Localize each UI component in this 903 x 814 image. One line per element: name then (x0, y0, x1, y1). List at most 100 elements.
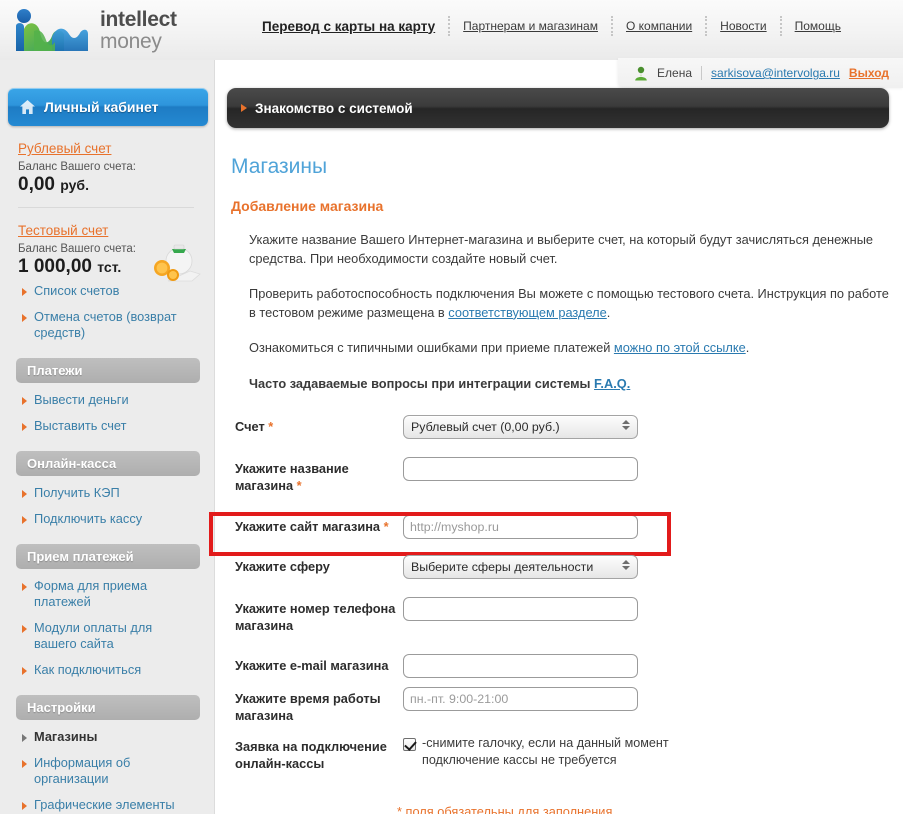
top-bar: intellect money Перевод с карты на карту… (0, 0, 903, 60)
bullet-arrow-icon (22, 489, 27, 498)
bullet-arrow-icon (22, 624, 27, 633)
link-common-errors[interactable]: можно по этой ссылке (614, 340, 746, 355)
nav-link-news[interactable]: Новости (720, 19, 766, 33)
account-amount-value-rub: 0,00 (18, 174, 55, 195)
bullet-arrow-icon (241, 104, 247, 112)
account-link-rub[interactable]: Рублевый счет (18, 141, 111, 156)
paragraph-text: Укажите название Вашего Интернет-магазин… (249, 232, 874, 266)
paragraph-text: . (606, 304, 611, 320)
link-faq[interactable]: F.A.Q. (594, 376, 630, 391)
required-fields-note: * поля обязательны для заполнения (397, 804, 613, 814)
link-test-mode-section[interactable]: соответствующем разделе (448, 305, 606, 320)
sidebar-item-issue-invoice[interactable]: Выставить счет (8, 413, 208, 439)
sidebar-item-label: Список счетов (34, 283, 120, 298)
sidebar-item-connect-cash[interactable]: Подключить кассу (8, 506, 208, 532)
sidebar-group-online-cash: Онлайн-касса (16, 450, 200, 476)
nav-separator (610, 16, 613, 36)
account-block-rub: Рублевый счет Баланс Вашего счета: 0,00 … (8, 126, 208, 208)
nav-link-card-transfer[interactable]: Перевод с карты на карту (262, 19, 435, 34)
logo-word-intellect: intellect (100, 7, 177, 31)
nav-link-about[interactable]: О компании (626, 19, 692, 33)
intro-banner[interactable]: Знакомство с системой (227, 88, 889, 128)
account-link-test[interactable]: Тестовый счет (18, 223, 108, 238)
account-select[interactable]: Рублевый счет (0,00 руб.) (403, 415, 638, 440)
sidebar-item-withdraw[interactable]: Вывести деньги (8, 387, 208, 413)
sidebar-item-org-info[interactable]: Информация об организации (8, 750, 208, 792)
intro-paragraph-1: Укажите название Вашего Интернет-магазин… (249, 231, 889, 268)
required-asterisk: * (383, 518, 389, 534)
shop-email-input[interactable] (403, 654, 638, 679)
shop-phone-input[interactable] (403, 597, 638, 622)
form-control-shop-phone (403, 597, 897, 622)
add-shop-form: Счет * Рублевый счет (0,00 руб.) Укажите… (209, 415, 897, 814)
sphere-select-value: Выберите сферы деятельности (411, 560, 594, 575)
main-content: Знакомство с системой Магазины Добавлени… (209, 88, 897, 814)
account-amount-value-test: 1 000,00 (18, 256, 92, 277)
sidebar-item-cancel-accounts[interactable]: Отмена счетов (возврат средств) (8, 304, 208, 346)
sidebar-cabinet-button[interactable]: Личный кабинет (8, 88, 208, 126)
user-avatar-icon (635, 66, 647, 80)
nav-link-partners[interactable]: Партнерам и магазинам (463, 19, 598, 33)
sidebar-item-label: Отмена счетов (возврат средств) (34, 308, 177, 340)
required-asterisk: * (296, 477, 302, 493)
user-bar: Елена sarkisova@intervolga.ru Выход (618, 58, 903, 88)
page-root: intellect money Перевод с карты на карту… (0, 0, 903, 814)
form-row-account: Счет * Рублевый счет (0,00 руб.) (227, 415, 897, 457)
shop-hours-input[interactable] (403, 687, 638, 712)
bullet-arrow-icon (22, 582, 27, 591)
form-row-shop-phone: Укажите номер телефона магазина (227, 597, 897, 645)
section-title: Добавление магазина (231, 198, 384, 214)
form-row-shop-site: Укажите сайт магазина * (227, 505, 897, 549)
account-block-test: Тестовый счет Баланс Вашего счета: 1 000… (8, 208, 208, 282)
user-email-link[interactable]: sarkisova@intervolga.ru (711, 66, 840, 80)
form-label-text: Укажите e-mail магазина (235, 657, 389, 673)
form-label-text: Укажите сайт магазина (235, 518, 381, 534)
sidebar-item-graphic-elements[interactable]: Графические элементы (8, 792, 208, 814)
user-name: Елена (657, 66, 693, 80)
sidebar-item-payment-modules[interactable]: Модули оплаты для вашего сайта (8, 615, 208, 657)
required-asterisk: * (268, 419, 274, 435)
online-cash-checkbox[interactable] (403, 738, 416, 752)
sphere-select[interactable]: Выберите сферы деятельности (403, 555, 638, 580)
sidebar-item-get-kep[interactable]: Получить КЭП (8, 480, 208, 506)
bullet-arrow-icon (22, 666, 27, 675)
sidebar-group-accept-payments: Прием платежей (16, 543, 200, 569)
form-control-shop-name (403, 457, 897, 482)
sidebar-group-payments: Платежи (16, 357, 200, 383)
form-row-sphere: Укажите сферу Выберите сферы деятельност… (227, 555, 897, 597)
form-label-text: Счет (235, 419, 265, 435)
form-control-online-cash-request: -снимите галочку, если на данный момент … (403, 735, 897, 769)
form-label-account: Счет * (235, 415, 403, 436)
logout-link[interactable]: Выход (849, 66, 889, 80)
home-icon (20, 100, 35, 114)
form-label-text: Укажите номер телефона магазина (235, 601, 396, 633)
site-logo[interactable]: intellect money (14, 6, 254, 56)
sidebar-item-label: Форма для приема платежей (34, 577, 148, 609)
sidebar-item-payment-form[interactable]: Форма для приема платежей (8, 573, 208, 615)
bullet-arrow-icon (22, 313, 27, 322)
sidebar-group-label: Прием платежей (27, 548, 134, 564)
paragraph-text: Ознакомиться с типичными ошибками при пр… (249, 340, 614, 356)
sidebar: Личный кабинет Рублевый счет Баланс Ваше… (8, 88, 208, 814)
sidebar-group-label: Онлайн-касса (27, 455, 117, 471)
logo-word-money: money (100, 29, 162, 53)
nav-link-help[interactable]: Помощь (795, 19, 841, 33)
sidebar-item-shops[interactable]: Магазины (8, 724, 208, 750)
sidebar-group-settings: Настройки (16, 694, 200, 720)
form-label-shop-name: Укажите название магазина * (235, 457, 403, 494)
bullet-arrow-icon (22, 733, 27, 742)
form-label-online-cash-request: Заявка на подключение онлайн-кассы (235, 735, 403, 772)
intro-paragraph-3: Ознакомиться с типичными ошибками при пр… (249, 339, 889, 358)
form-control-account: Рублевый счет (0,00 руб.) (403, 415, 897, 440)
chevron-updown-icon (622, 560, 630, 571)
nav-separator (448, 16, 451, 36)
shop-name-input[interactable] (403, 457, 638, 482)
form-row-shop-email: Укажите e-mail магазина (227, 645, 897, 687)
form-control-shop-email (403, 654, 897, 679)
sidebar-item-how-to-connect[interactable]: Как подключиться (8, 657, 208, 683)
sidebar-item-label: Получить КЭП (34, 484, 120, 500)
account-balance-label-rub: Баланс Вашего счета: (18, 161, 136, 173)
shop-site-input[interactable] (403, 515, 638, 540)
bullet-arrow-icon (22, 515, 27, 524)
bullet-arrow-icon (22, 422, 27, 431)
